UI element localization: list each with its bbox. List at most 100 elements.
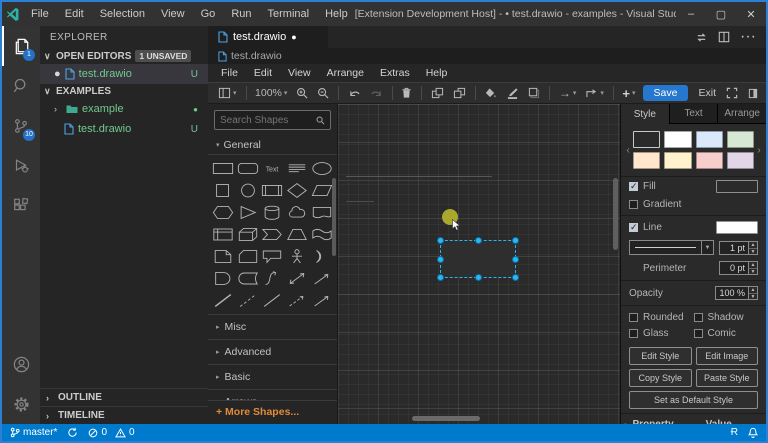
split-editor-icon[interactable]	[718, 31, 730, 43]
section-advanced[interactable]: ▸Advanced	[208, 339, 337, 364]
spin-down-icon[interactable]: ▼	[749, 249, 757, 255]
textbox-shape[interactable]	[285, 159, 310, 178]
style-preset-swatch[interactable]	[696, 131, 723, 148]
line-shape[interactable]	[211, 291, 236, 310]
feedback-icon[interactable]: Ɍ	[731, 427, 738, 438]
resize-handle-w[interactable]	[437, 256, 444, 263]
drawio-canvas[interactable]	[338, 104, 620, 424]
tab-style[interactable]: Style	[621, 104, 669, 124]
more-shapes-button[interactable]: + More Shapes...	[208, 400, 337, 424]
folder-item-example[interactable]: › example ●	[40, 99, 208, 119]
preset-prev-icon[interactable]: ‹	[623, 145, 633, 156]
line-width-stepper[interactable]: 1 pt ▲▼	[719, 241, 758, 255]
comic-checkbox[interactable]	[694, 329, 703, 338]
tab-arrange[interactable]: Arrange	[717, 104, 766, 124]
curve-shape[interactable]	[260, 269, 285, 288]
gradient-checkbox[interactable]	[629, 200, 638, 209]
view-format-button[interactable]: ▾	[216, 86, 239, 100]
close-button[interactable]: ✕	[736, 5, 766, 24]
insert-button[interactable]: +▾	[620, 85, 637, 102]
tab-text[interactable]: Text	[669, 104, 718, 124]
explorer-icon[interactable]: 1	[2, 26, 40, 66]
settings-gear-icon[interactable]	[2, 384, 40, 424]
general-section-header[interactable]: ▾ General	[208, 134, 337, 155]
section-basic[interactable]: ▸Basic	[208, 364, 337, 389]
exit-button[interactable]: Exit	[698, 87, 716, 99]
canvas-vertical-scrollbar[interactable]	[613, 178, 618, 250]
source-control-icon[interactable]: 10	[2, 106, 40, 146]
line-color-icon[interactable]	[504, 86, 521, 100]
diamond-shape[interactable]	[285, 181, 310, 200]
copy-style-button[interactable]: Copy Style	[629, 369, 692, 387]
minimize-button[interactable]: –	[676, 5, 706, 24]
spin-up-icon[interactable]: ▲	[749, 262, 757, 269]
cylinder-shape[interactable]	[260, 203, 285, 222]
set-default-style-button[interactable]: Set as Default Style	[629, 391, 758, 409]
tape-shape[interactable]	[309, 225, 334, 244]
problems-status[interactable]: 0 0	[88, 427, 134, 438]
line-color-swatch[interactable]	[716, 221, 758, 234]
rounded-checkbox[interactable]	[629, 313, 638, 322]
fill-color-icon[interactable]	[482, 86, 499, 100]
run-debug-icon[interactable]	[2, 146, 40, 186]
breadcrumb[interactable]: test.drawio	[208, 48, 766, 64]
search-icon[interactable]	[2, 66, 40, 106]
breadcrumb-item[interactable]: test.drawio	[231, 50, 282, 62]
to-front-icon[interactable]	[429, 86, 446, 100]
circle-shape[interactable]	[236, 181, 261, 200]
rounded-rectangle-shape[interactable]	[236, 159, 261, 178]
resize-handle-s[interactable]	[475, 274, 482, 281]
canvas-line-segment[interactable]	[346, 201, 374, 202]
canvas-horizontal-scrollbar[interactable]	[412, 416, 480, 421]
resize-handle-ne[interactable]	[512, 237, 519, 244]
menu-file[interactable]: File	[24, 6, 56, 22]
fill-color-swatch[interactable]	[716, 180, 758, 193]
menu-view[interactable]: View	[154, 6, 192, 22]
drawio-menu-help[interactable]: Help	[419, 66, 455, 80]
undo-icon[interactable]	[346, 87, 363, 100]
link-shape[interactable]	[260, 291, 285, 310]
shadow-icon[interactable]	[526, 86, 542, 100]
outline-section[interactable]: › OUTLINE	[40, 389, 208, 406]
document-shape[interactable]	[309, 203, 334, 222]
perimeter-stepper[interactable]: 0 pt ▲▼	[719, 261, 758, 275]
canvas-line-segment[interactable]	[346, 176, 492, 177]
text-shape[interactable]: Text	[260, 159, 285, 178]
resize-handle-sw[interactable]	[437, 274, 444, 281]
trapezoid-shape[interactable]	[285, 225, 310, 244]
save-button[interactable]: Save	[643, 85, 689, 101]
bidirectional-arrow-shape[interactable]	[285, 269, 310, 288]
open-editors-section[interactable]: ∨ OPEN EDITORS 1 UNSAVED	[40, 48, 208, 64]
menu-go[interactable]: Go	[194, 6, 223, 22]
perimeter-value[interactable]: 0 pt	[719, 261, 749, 275]
shapes-panel-scrollbar[interactable]	[332, 178, 336, 256]
dashed-arrow-shape[interactable]	[285, 291, 310, 310]
maximize-button[interactable]: ▢	[706, 5, 736, 24]
note-shape[interactable]	[211, 247, 236, 266]
cloud-shape[interactable]	[285, 203, 310, 222]
edit-image-button[interactable]: Edit Image	[696, 347, 759, 365]
opacity-stepper[interactable]: 100 % ▲▼	[715, 286, 758, 300]
fill-checkbox[interactable]	[629, 182, 638, 191]
shadow-checkbox[interactable]	[694, 313, 703, 322]
redo-icon[interactable]	[368, 87, 385, 100]
git-branch-status[interactable]: master*	[10, 427, 57, 438]
rectangle-shape[interactable]	[211, 159, 236, 178]
section-misc[interactable]: ▸Misc	[208, 314, 337, 339]
extensions-icon[interactable]	[2, 186, 40, 226]
zoom-in-icon[interactable]	[294, 86, 310, 100]
delete-icon[interactable]	[399, 86, 414, 100]
connection-style-button[interactable]: →▾	[557, 85, 579, 101]
dashed-line-shape[interactable]	[236, 291, 261, 310]
cube-shape[interactable]	[236, 225, 261, 244]
section-arrows[interactable]: ▸Arrows	[208, 389, 337, 400]
zoom-dropdown[interactable]: 100% ▾	[253, 86, 289, 100]
line-width-value[interactable]: 1 pt	[719, 241, 749, 255]
triangle-shape[interactable]	[236, 203, 261, 222]
spin-up-icon[interactable]: ▲	[749, 287, 757, 294]
line-style-dropdown[interactable]: ▼	[629, 240, 714, 255]
menu-run[interactable]: Run	[224, 6, 258, 22]
arrow-shape[interactable]	[309, 269, 334, 288]
timeline-section[interactable]: › TIMELINE	[40, 406, 208, 424]
and-shape[interactable]	[211, 269, 236, 288]
